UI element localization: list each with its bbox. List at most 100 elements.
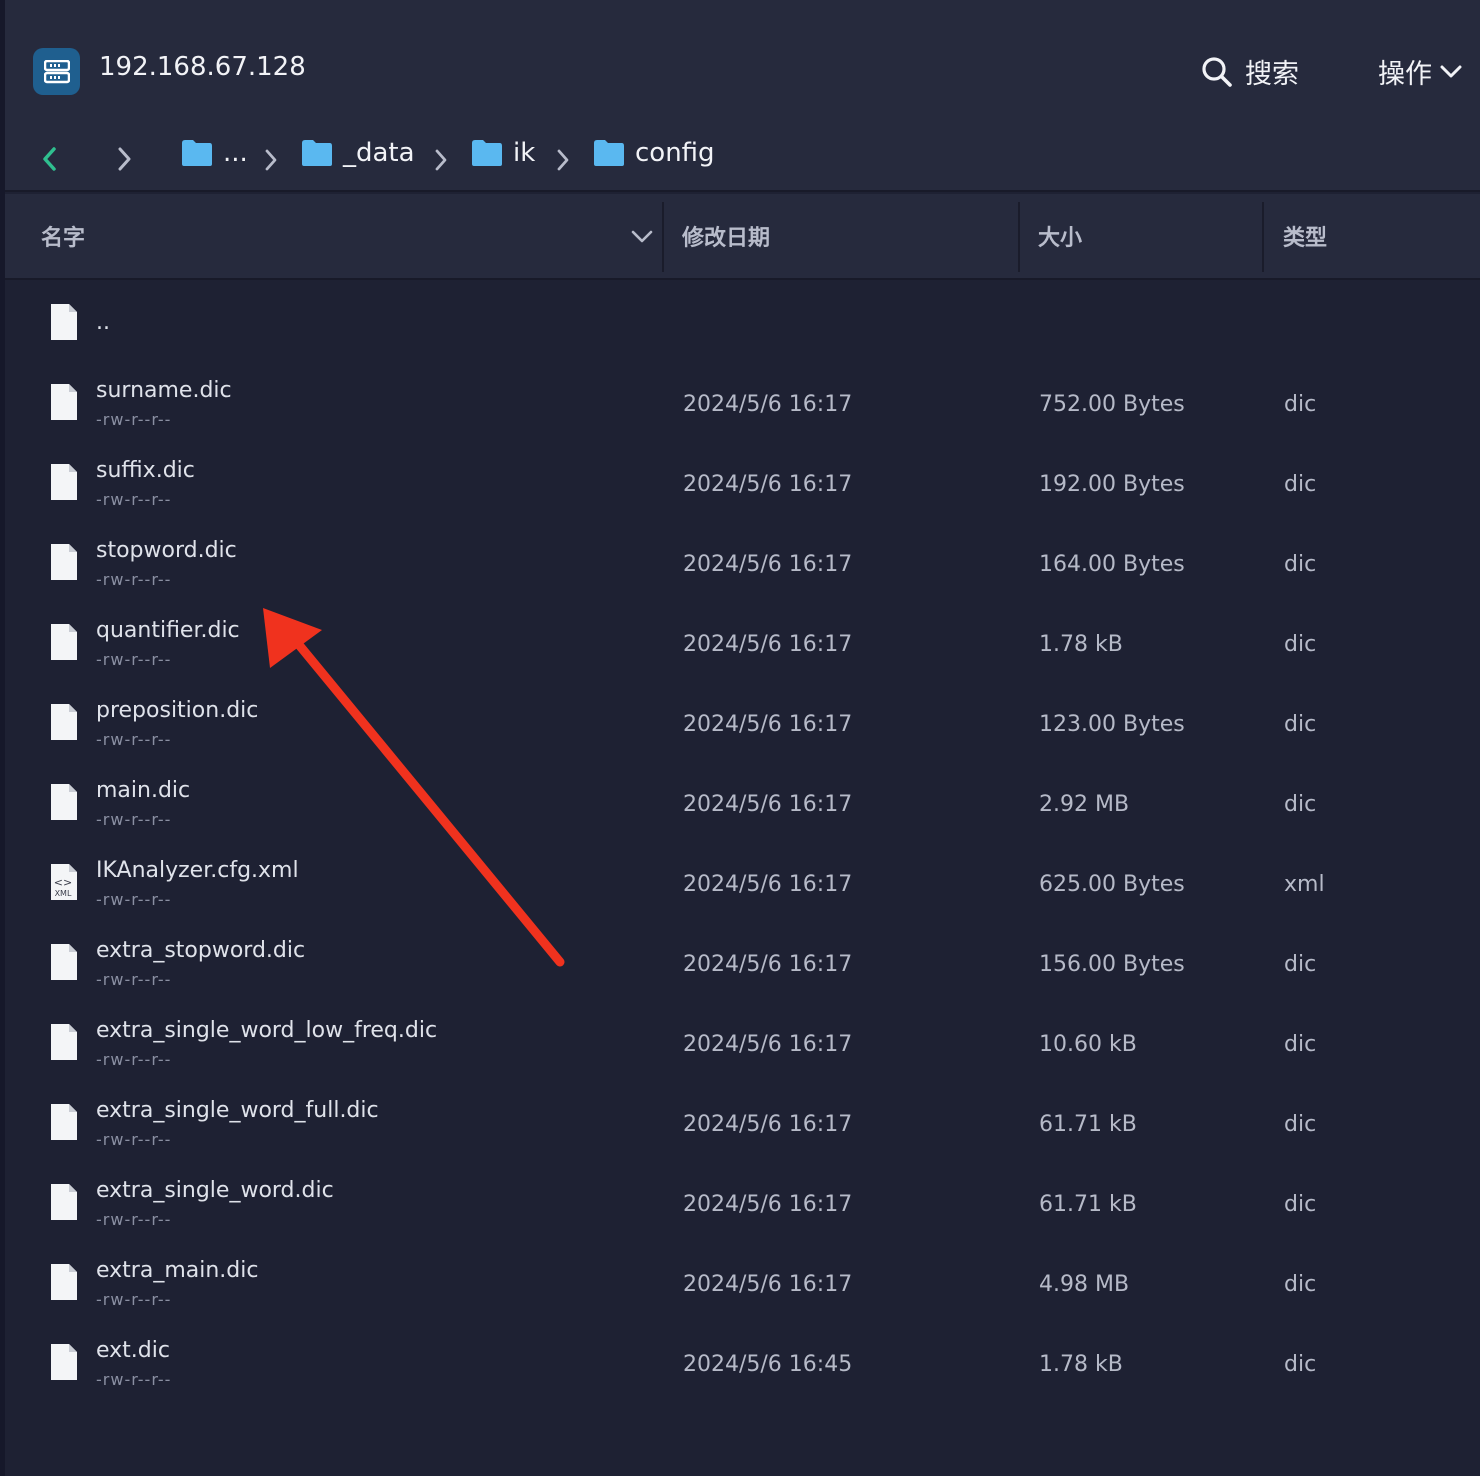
breadcrumb-separator-icon bbox=[435, 149, 447, 171]
file-row[interactable]: extra_single_word_low_freq.dic -rw-r--r--… bbox=[5, 1002, 1480, 1082]
file-icon bbox=[49, 1102, 79, 1146]
file-row[interactable]: ext.dic -rw-r--r-- 2024/5/6 16:45 1.78 kB di… bbox=[5, 1322, 1480, 1402]
file-type: dic bbox=[1284, 1352, 1317, 1377]
column-type[interactable]: 类型 bbox=[1283, 220, 1327, 252]
folder-icon bbox=[302, 140, 332, 166]
file-type: dic bbox=[1284, 1272, 1317, 1297]
file-row[interactable]: suffix.dic -rw-r--r-- 2024/5/6 16:17 192.00… bbox=[5, 442, 1480, 522]
file-name: stopword.dic bbox=[96, 538, 237, 563]
host-title: 192.168.67.128 bbox=[99, 52, 306, 82]
file-icon bbox=[49, 1342, 79, 1386]
file-name: extra_main.dic bbox=[96, 1258, 259, 1283]
svg-text:XML: XML bbox=[55, 889, 72, 898]
breadcrumb-item-data[interactable]: _data bbox=[301, 138, 415, 168]
file-row[interactable]: preposition.dic -rw-r--r-- 2024/5/6 16:17 1… bbox=[5, 682, 1480, 762]
file-size: 1.78 kB bbox=[1039, 632, 1123, 657]
svg-text:<>: <> bbox=[54, 876, 72, 889]
file-size: 752.00 Bytes bbox=[1039, 392, 1185, 417]
file-name: IKAnalyzer.cfg.xml bbox=[96, 858, 299, 883]
file-icon bbox=[49, 1182, 79, 1226]
search-label: 搜索 bbox=[1245, 59, 1299, 90]
file-type: dic bbox=[1284, 712, 1317, 737]
file-size: 192.00 Bytes bbox=[1039, 472, 1185, 497]
file-type: dic bbox=[1284, 632, 1317, 657]
back-button[interactable] bbox=[41, 145, 59, 177]
file-icon bbox=[49, 622, 79, 666]
file-permissions: -rw-r--r-- bbox=[96, 410, 172, 429]
file-permissions: -rw-r--r-- bbox=[96, 970, 172, 989]
search-icon bbox=[1202, 56, 1232, 87]
file-row[interactable]: extra_single_word_full.dic -rw-r--r-- 2024… bbox=[5, 1082, 1480, 1162]
file-name: main.dic bbox=[96, 778, 191, 803]
file-type: xml bbox=[1284, 872, 1325, 897]
file-modified-date: 2024/5/6 16:17 bbox=[683, 1272, 853, 1297]
file-size: 164.00 Bytes bbox=[1039, 552, 1185, 577]
folder-icon bbox=[472, 140, 502, 166]
file-modified-date: 2024/5/6 16:17 bbox=[683, 392, 853, 417]
file-row[interactable]: extra_main.dic -rw-r--r-- 2024/5/6 16:17 4.… bbox=[5, 1242, 1480, 1322]
file-permissions: -rw-r--r-- bbox=[96, 890, 172, 909]
column-divider[interactable] bbox=[1018, 202, 1020, 272]
file-permissions: -rw-r--r-- bbox=[96, 1370, 172, 1389]
file-row[interactable]: stopword.dic -rw-r--r-- 2024/5/6 16:17 164.… bbox=[5, 522, 1480, 602]
chevron-down-icon bbox=[1440, 65, 1462, 77]
forward-button[interactable] bbox=[115, 145, 133, 177]
file-row[interactable]: main.dic -rw-r--r-- 2024/5/6 16:17 2.92 MB d… bbox=[5, 762, 1480, 842]
file-permissions: -rw-r--r-- bbox=[96, 1130, 172, 1149]
file-type: dic bbox=[1284, 792, 1317, 817]
file-name: ext.dic bbox=[96, 1338, 170, 1363]
file-icon bbox=[49, 382, 79, 426]
file-size: 10.60 kB bbox=[1039, 1032, 1137, 1057]
column-header: 名字 修改日期 大小 类型 bbox=[5, 194, 1480, 280]
file-type: dic bbox=[1284, 952, 1317, 977]
xml-file-icon: <> XML bbox=[49, 862, 79, 906]
toolbar: 192.168.67.128 搜索 操作 ... _data ik config bbox=[5, 0, 1480, 192]
file-icon bbox=[49, 462, 79, 506]
column-modified[interactable]: 修改日期 bbox=[682, 220, 770, 252]
file-size: 625.00 Bytes bbox=[1039, 872, 1185, 897]
sort-chevron-down-icon[interactable] bbox=[631, 230, 653, 244]
file-permissions: -rw-r--r-- bbox=[96, 1210, 172, 1229]
column-size[interactable]: 大小 bbox=[1038, 220, 1082, 252]
chevron-left-icon bbox=[43, 147, 56, 171]
file-modified-date: 2024/5/6 16:17 bbox=[683, 1192, 853, 1217]
file-name: extra_stopword.dic bbox=[96, 938, 306, 963]
file-modified-date: 2024/5/6 16:17 bbox=[683, 1112, 853, 1137]
file-type: dic bbox=[1284, 472, 1317, 497]
column-name[interactable]: 名字 bbox=[41, 220, 85, 252]
file-name: suffix.dic bbox=[96, 458, 195, 483]
breadcrumb-item-ik[interactable]: ik bbox=[471, 138, 535, 168]
file-size: 123.00 Bytes bbox=[1039, 712, 1185, 737]
file-permissions: -rw-r--r-- bbox=[96, 1050, 172, 1069]
file-row[interactable]: extra_stopword.dic -rw-r--r-- 2024/5/6 16:… bbox=[5, 922, 1480, 1002]
search-button[interactable]: 搜索 bbox=[1201, 52, 1299, 91]
breadcrumb-separator-icon bbox=[265, 149, 277, 171]
file-size: 2.92 MB bbox=[1039, 792, 1130, 817]
file-row[interactable]: <> XML IKAnalyzer.cfg.xml -rw-r--r-- 2024/5/… bbox=[5, 842, 1480, 922]
file-icon bbox=[49, 782, 79, 826]
file-permissions: -rw-r--r-- bbox=[96, 650, 172, 669]
file-size: 156.00 Bytes bbox=[1039, 952, 1185, 977]
file-permissions: -rw-r--r-- bbox=[96, 570, 172, 589]
actions-menu-button[interactable]: 操作 bbox=[1378, 52, 1462, 91]
file-icon bbox=[49, 302, 79, 346]
file-modified-date: 2024/5/6 16:17 bbox=[683, 1032, 853, 1057]
file-row[interactable]: surname.dic -rw-r--r-- 2024/5/6 16:17 752.0… bbox=[5, 362, 1480, 442]
column-divider[interactable] bbox=[1262, 202, 1264, 272]
breadcrumb-item-ellipsis[interactable]: ... bbox=[181, 138, 248, 168]
folder-icon bbox=[594, 140, 624, 166]
file-modified-date: 2024/5/6 16:17 bbox=[683, 792, 853, 817]
file-icon bbox=[49, 1022, 79, 1066]
file-row[interactable]: extra_single_word.dic -rw-r--r-- 2024/5/6 … bbox=[5, 1162, 1480, 1242]
file-name: extra_single_word.dic bbox=[96, 1178, 334, 1203]
file-row[interactable]: .. bbox=[5, 282, 1480, 362]
file-modified-date: 2024/5/6 16:17 bbox=[683, 952, 853, 977]
file-row[interactable]: quantifier.dic -rw-r--r-- 2024/5/6 16:17 1.… bbox=[5, 602, 1480, 682]
file-icon bbox=[49, 942, 79, 986]
chevron-right-icon bbox=[118, 147, 131, 171]
file-size: 1.78 kB bbox=[1039, 1352, 1123, 1377]
column-divider[interactable] bbox=[662, 202, 664, 272]
breadcrumb-item-config[interactable]: config bbox=[593, 138, 715, 168]
file-name: extra_single_word_low_freq.dic bbox=[96, 1018, 438, 1043]
file-name: quantifier.dic bbox=[96, 618, 240, 643]
